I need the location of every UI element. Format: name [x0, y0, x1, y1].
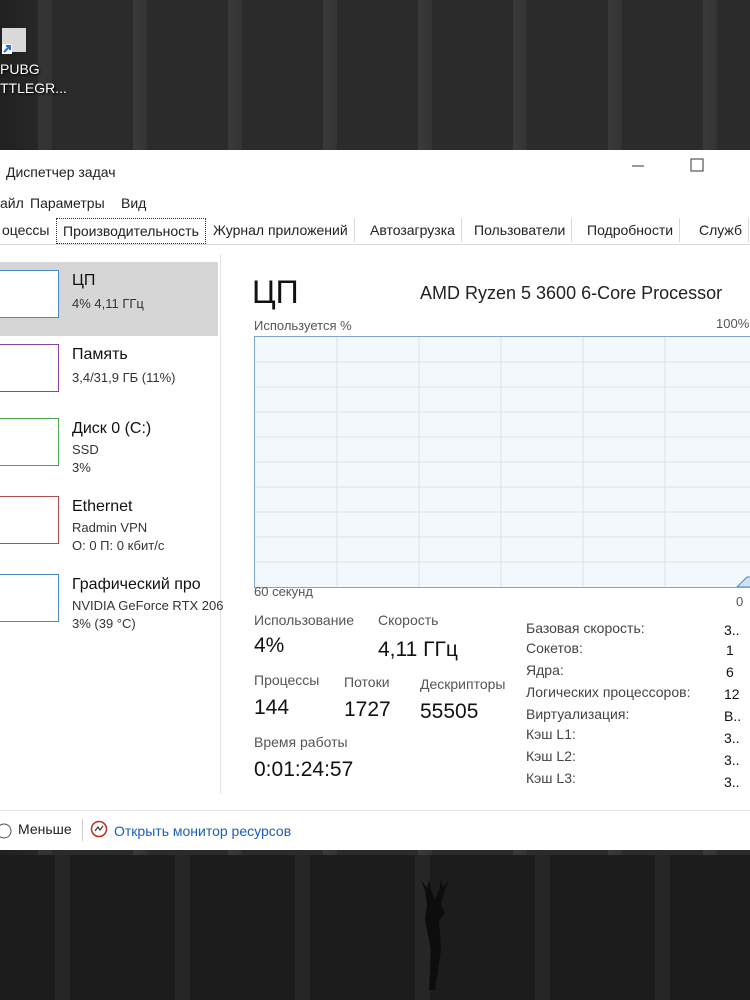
footer-bar: Меньше Открыть монитор ресурсов [0, 810, 750, 851]
graph-label: Используется % [254, 318, 352, 333]
prop-label: Логических процессоров: [526, 684, 691, 700]
resource-detail: 4% 4,11 ГГц [72, 296, 144, 311]
fewer-details-button[interactable]: Меньше [18, 821, 72, 837]
resource-cpu[interactable]: ЦП 4% 4,11 ГГц [0, 262, 218, 336]
prop-value: В.. [724, 708, 742, 724]
chevron-up-icon[interactable] [0, 823, 16, 839]
maximize-button[interactable] [676, 154, 716, 176]
resource-gpu[interactable]: Графический про NVIDIA GeForce RTX 206 3… [0, 566, 224, 640]
menu-options[interactable]: Параметры [30, 195, 105, 211]
prop-label: Ядра: [526, 662, 564, 678]
minimize-icon [632, 165, 644, 167]
cpu-usage-graph [254, 336, 750, 588]
processes-value: 144 [254, 696, 290, 719]
threads-label: Потоки [344, 674, 390, 690]
prop-label: Кэш L1: [526, 726, 576, 742]
resource-detail: Radmin VPN [72, 520, 148, 535]
threads-value: 1727 [344, 698, 391, 721]
tab-details[interactable]: Подробности [581, 218, 681, 242]
prop-value: 3.. [724, 774, 740, 790]
speed-label: Скорость [378, 612, 439, 628]
resource-detail: SSD [72, 442, 99, 457]
ethernet-thumbnail [0, 496, 59, 544]
uptime-label: Время работы [254, 734, 348, 750]
maximize-icon [690, 158, 704, 172]
tab-startup[interactable]: Автозагрузка [364, 218, 462, 242]
menu-bar: айл Параметры Вид [0, 190, 750, 214]
usage-label: Использование [254, 612, 355, 628]
prop-value: 1 [726, 642, 734, 658]
memory-thumbnail [0, 344, 59, 392]
resource-detail-2: 3% [72, 460, 91, 475]
prop-value: 3.. [724, 730, 740, 746]
cpu-model: AMD Ryzen 5 3600 6-Core Processor [420, 283, 723, 303]
resource-detail: 3,4/31,9 ГБ (11%) [72, 370, 176, 385]
usage-graph-canvas [255, 337, 750, 588]
window-title: Диспетчер задач [6, 164, 116, 180]
cpu-thumbnail [0, 270, 59, 318]
resource-monitor-icon [90, 820, 108, 838]
resource-ethernet[interactable]: Ethernet Radmin VPN О: 0 П: 0 кбит/с [0, 488, 218, 562]
usage-value: 4% [254, 634, 285, 657]
prop-value: 3.. [724, 752, 740, 768]
prop-label: Сокетов: [526, 640, 583, 656]
menu-file[interactable]: айл [0, 195, 24, 211]
resource-name: ЦП [72, 272, 96, 289]
resource-detail-2: О: 0 П: 0 кбит/с [72, 538, 165, 553]
desktop-wallpaper-forest [0, 855, 750, 1000]
tab-bar: оцессы Производительность Журнал приложе… [0, 218, 750, 245]
prop-value: 3.. [724, 622, 740, 638]
shortcut-icon [2, 28, 26, 54]
resource-list: ЦП 4% 4,11 ГГц Память 3,4/31,9 ГБ (11%) … [0, 254, 224, 794]
graph-min: 0 [736, 594, 744, 609]
processes-label: Процессы [254, 672, 320, 688]
title-bar[interactable]: Диспетчер задач [0, 150, 750, 186]
minimize-button[interactable] [618, 154, 658, 176]
handles-value: 55505 [420, 700, 479, 723]
handles-label: Дескрипторы [420, 676, 506, 692]
uptime-value: 0:01:24:57 [254, 758, 354, 781]
footer-divider [82, 819, 83, 841]
prop-value: 6 [726, 664, 734, 680]
deer-silhouette [421, 880, 449, 990]
resource-name: Ethernet [72, 498, 133, 515]
resource-name: Память [72, 346, 128, 363]
resource-detail-2: 3% (39 °C) [72, 616, 136, 631]
graph-usage-trace [735, 576, 750, 588]
resource-name: Диск 0 (C:) [72, 420, 152, 437]
tab-performance[interactable]: Производительность [56, 218, 206, 244]
prop-label: Базовая скорость: [526, 620, 645, 636]
prop-value: 12 [724, 686, 740, 702]
prop-label: Виртуализация: [526, 706, 630, 722]
tab-users[interactable]: Пользователи [468, 218, 573, 242]
resource-detail: NVIDIA GeForce RTX 206 [72, 598, 224, 613]
prop-label: Кэш L2: [526, 748, 576, 764]
desktop-shortcut-pubg[interactable]: PUBG TTLEGR... [0, 20, 70, 100]
tab-processes[interactable]: оцессы [0, 218, 57, 242]
task-manager-window: Диспетчер задач айл Параметры Вид оцессы… [0, 150, 750, 850]
gpu-thumbnail [0, 574, 59, 622]
open-resource-monitor-link[interactable]: Открыть монитор ресурсов [114, 823, 291, 839]
resource-disk[interactable]: Диск 0 (C:) SSD 3% [0, 410, 218, 484]
detail-title: ЦП [252, 274, 299, 310]
shortcut-label: PUBG TTLEGR... [0, 61, 67, 96]
prop-label: Кэш L3: [526, 770, 576, 786]
graph-time-span: 60 секунд [254, 584, 313, 599]
disk-thumbnail [0, 418, 59, 466]
tab-app-history[interactable]: Журнал приложений [207, 218, 355, 242]
tab-services[interactable]: Служб [693, 218, 749, 242]
speed-value: 4,11 ГГц [378, 638, 458, 661]
resource-memory[interactable]: Память 3,4/31,9 ГБ (11%) [0, 336, 218, 410]
resource-name: Графический про [72, 576, 201, 593]
graph-max: 100% [716, 316, 750, 331]
menu-view[interactable]: Вид [121, 195, 146, 211]
